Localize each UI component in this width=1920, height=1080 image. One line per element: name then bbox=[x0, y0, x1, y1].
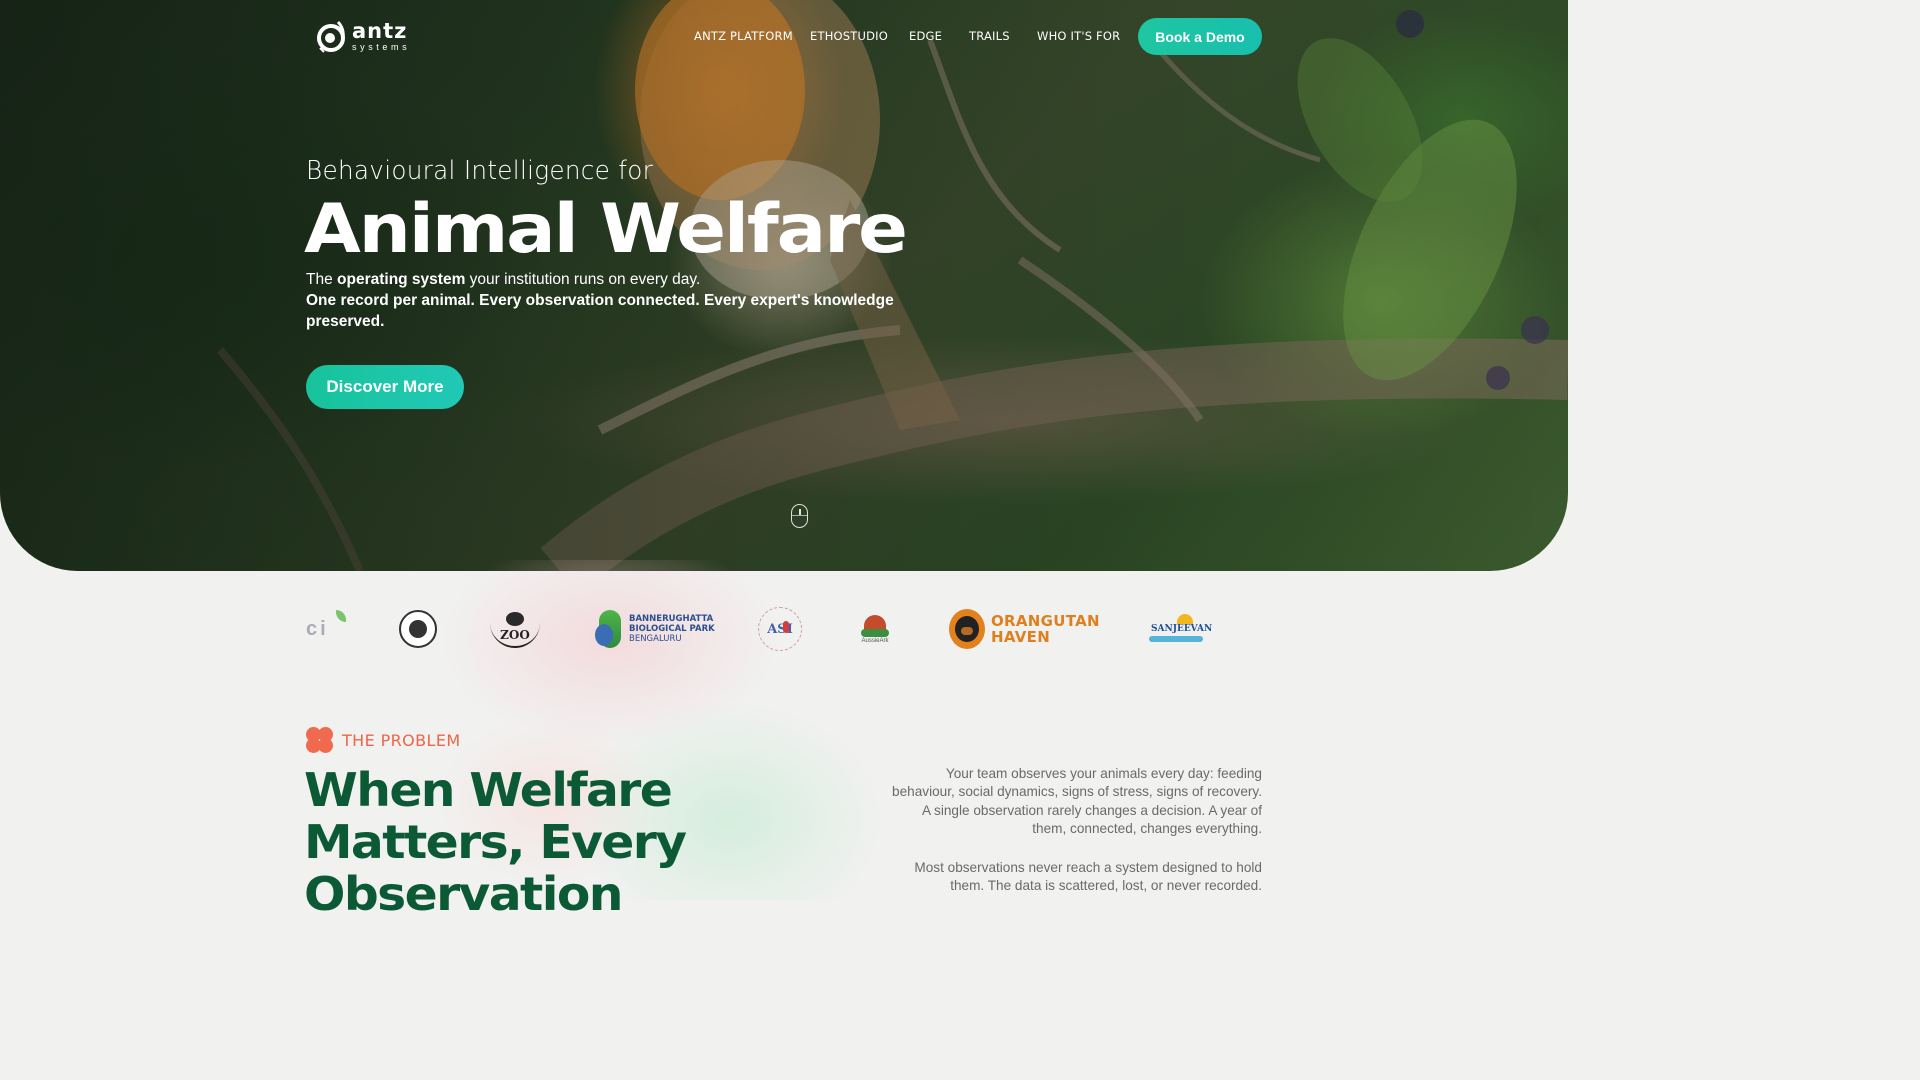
hero-sub-pre: The bbox=[306, 271, 338, 288]
nav-edge[interactable]: EDGE bbox=[909, 28, 969, 44]
nav-ethostudio[interactable]: ETHOSTUDIO bbox=[810, 28, 909, 44]
partner-ci-text: ci bbox=[306, 617, 329, 640]
orangutan-icon bbox=[949, 609, 985, 649]
wave-icon bbox=[1149, 636, 1203, 642]
problem-label: THE PROBLEM bbox=[342, 730, 461, 750]
clover-icon bbox=[306, 727, 333, 753]
nav-antz-platform[interactable]: ANTZ PLATFORM bbox=[694, 28, 810, 44]
seal-icon bbox=[399, 610, 437, 648]
logo-wordmark: antz bbox=[352, 18, 408, 43]
partner-logo-zoo: ZOO bbox=[490, 606, 540, 652]
partner-logo-sanjeevan: SANJEEVAN bbox=[1149, 606, 1212, 652]
hero-title: Animal Welfare bbox=[304, 190, 908, 269]
hero-sub-line2: One record per animal. Every observation… bbox=[306, 292, 894, 330]
logo-subtext: systems bbox=[352, 41, 411, 52]
antz-logo[interactable]: antz systems bbox=[316, 17, 416, 55]
problem-tag: THE PROBLEM bbox=[306, 727, 461, 753]
partner-logo-orangutan-haven: ORANGUTAN HAVEN bbox=[949, 606, 1100, 652]
hero-sub-post: your institution runs on every day. bbox=[465, 271, 701, 288]
problem-title: When Welfare Matters, Every Observation bbox=[304, 763, 687, 921]
antz-logo-mark-icon bbox=[316, 18, 348, 54]
partner-logo-asi: ASI bbox=[758, 606, 802, 652]
partner-logo-aussieark: AussieArk bbox=[861, 606, 889, 652]
ark-icon bbox=[861, 614, 889, 637]
oh-line2: HAVEN bbox=[991, 628, 1051, 646]
partner-logo-seal bbox=[399, 606, 437, 652]
hero-sub-bold: operating system bbox=[337, 271, 466, 288]
partner-logo-ci: ci bbox=[306, 606, 346, 652]
bbp-line1: BANNERUGHATTA bbox=[629, 614, 714, 624]
sun-icon bbox=[1177, 614, 1193, 624]
partner-logos-strip: ci ZOO BANNERUGHATTA BIOLOGICAL PARK BEN… bbox=[306, 606, 1212, 652]
oh-line1: ORANGUTAN bbox=[991, 612, 1100, 630]
nav-trails[interactable]: TRAILS bbox=[969, 28, 1037, 44]
bannerughatta-mark-icon bbox=[595, 610, 625, 648]
bbp-line2: BIOLOGICAL PARK bbox=[629, 624, 715, 634]
hero-kicker: Behavioural Intelligence for bbox=[306, 156, 654, 186]
problem-paragraph-2: Most observations never reach a system d… bbox=[914, 859, 1262, 894]
partner-zoo-text: ZOO bbox=[500, 628, 530, 642]
partner-aussie-text: AussieArk bbox=[861, 637, 889, 644]
book-demo-button[interactable]: Book a Demo bbox=[1138, 18, 1262, 55]
main-nav: ANTZ PLATFORM ETHOSTUDIO EDGE TRAILS WHO… bbox=[694, 28, 1137, 44]
bbp-line3: BENGALURU bbox=[629, 634, 682, 644]
discover-more-button[interactable]: Discover More bbox=[306, 365, 464, 409]
partner-logo-bannerughatta: BANNERUGHATTA BIOLOGICAL PARK BENGALURU bbox=[595, 606, 715, 652]
scroll-mouse-icon[interactable] bbox=[791, 504, 808, 528]
hero-section: antz systems ANTZ PLATFORM ETHOSTUDIO ED… bbox=[0, 0, 1568, 571]
parrot-icon bbox=[783, 621, 789, 633]
tree-icon bbox=[506, 612, 524, 626]
nav-who-its-for[interactable]: WHO IT'S FOR bbox=[1037, 28, 1137, 44]
hero-subtitle: The operating system your institution ru… bbox=[306, 269, 896, 332]
problem-paragraph-1: Your team observes your animals every da… bbox=[892, 766, 1262, 837]
leaf-icon bbox=[336, 610, 346, 622]
problem-body: Your team observes your animals every da… bbox=[886, 765, 1262, 915]
partner-sanj-text: SANJEEVAN bbox=[1151, 624, 1213, 634]
